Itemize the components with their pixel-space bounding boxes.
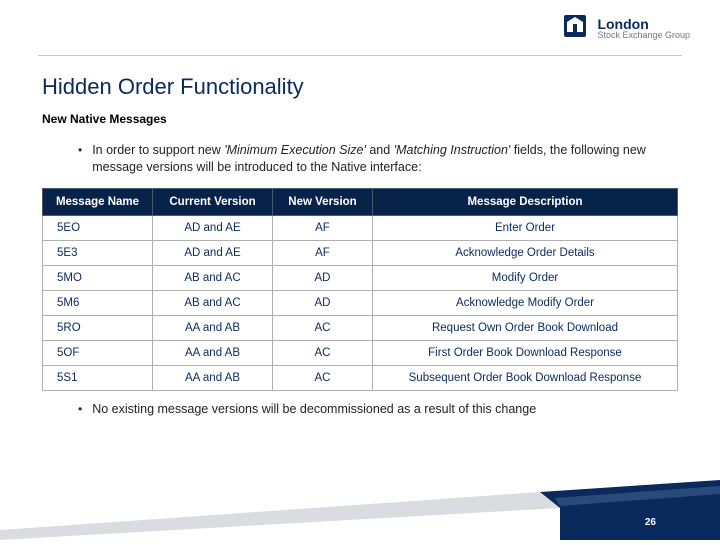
cell-current-version: AD and AE — [153, 240, 273, 265]
footer-decoration — [0, 480, 720, 540]
cell-current-version: AA and AB — [153, 365, 273, 390]
cell-description: Modify Order — [373, 265, 678, 290]
page-title: Hidden Order Functionality — [42, 74, 678, 100]
bullet-icon: • — [78, 401, 82, 418]
bullet-text-part: and — [366, 143, 394, 157]
cell-new-version: AC — [273, 315, 373, 340]
col-new-version: New Version — [273, 188, 373, 215]
cell-current-version: AB and AC — [153, 290, 273, 315]
cell-new-version: AC — [273, 365, 373, 390]
cell-message-name: 5MO — [43, 265, 153, 290]
bullet-text: No existing message versions will be dec… — [92, 401, 536, 418]
cell-message-name: 5EO — [43, 215, 153, 240]
table-row: 5OFAA and ABACFirst Order Book Download … — [43, 340, 678, 365]
bullet-text-em: 'Minimum Execution Size' — [224, 143, 366, 157]
table-row: 5MOAB and ACADModify Order — [43, 265, 678, 290]
col-current-version: Current Version — [153, 188, 273, 215]
logo-main-text: London — [597, 17, 690, 31]
message-table: Message Name Current Version New Version… — [42, 188, 678, 391]
crest-icon — [561, 12, 589, 45]
table-row: 5EOAD and AEAFEnter Order — [43, 215, 678, 240]
cell-current-version: AD and AE — [153, 215, 273, 240]
table-row: 5ROAA and ABACRequest Own Order Book Dow… — [43, 315, 678, 340]
table-row: 5M6AB and ACADAcknowledge Modify Order — [43, 290, 678, 315]
content: Hidden Order Functionality New Native Me… — [0, 56, 720, 418]
cell-current-version: AA and AB — [153, 315, 273, 340]
table-header-row: Message Name Current Version New Version… — [43, 188, 678, 215]
cell-message-name: 5M6 — [43, 290, 153, 315]
bullet-text: In order to support new 'Minimum Executi… — [92, 142, 678, 176]
col-message-name: Message Name — [43, 188, 153, 215]
cell-description: Acknowledge Order Details — [373, 240, 678, 265]
page-number: 26 — [645, 517, 656, 528]
cell-message-name: 5S1 — [43, 365, 153, 390]
cell-description: Acknowledge Modify Order — [373, 290, 678, 315]
cell-description: Request Own Order Book Download — [373, 315, 678, 340]
cell-description: Enter Order — [373, 215, 678, 240]
table-row: 5S1AA and ABACSubsequent Order Book Down… — [43, 365, 678, 390]
bullet-text-em: 'Matching Instruction' — [394, 143, 511, 157]
bullet-icon: • — [78, 142, 82, 159]
cell-message-name: 5E3 — [43, 240, 153, 265]
cell-message-name: 5OF — [43, 340, 153, 365]
page-subtitle: New Native Messages — [42, 112, 678, 126]
cell-current-version: AB and AC — [153, 265, 273, 290]
cell-new-version: AC — [273, 340, 373, 365]
col-message-description: Message Description — [373, 188, 678, 215]
logo-block: London Stock Exchange Group — [561, 12, 690, 45]
header: London Stock Exchange Group — [0, 0, 720, 51]
cell-current-version: AA and AB — [153, 340, 273, 365]
cell-new-version: AD — [273, 290, 373, 315]
cell-message-name: 5RO — [43, 315, 153, 340]
cell-new-version: AD — [273, 265, 373, 290]
bullet-text-part: In order to support new — [92, 143, 224, 157]
bullet-item: • No existing message versions will be d… — [42, 401, 678, 418]
table-row: 5E3AD and AEAFAcknowledge Order Details — [43, 240, 678, 265]
cell-new-version: AF — [273, 215, 373, 240]
cell-description: Subsequent Order Book Download Response — [373, 365, 678, 390]
cell-new-version: AF — [273, 240, 373, 265]
bullet-item: • In order to support new 'Minimum Execu… — [42, 142, 678, 176]
logo-sub-text: Stock Exchange Group — [597, 31, 690, 40]
cell-description: First Order Book Download Response — [373, 340, 678, 365]
